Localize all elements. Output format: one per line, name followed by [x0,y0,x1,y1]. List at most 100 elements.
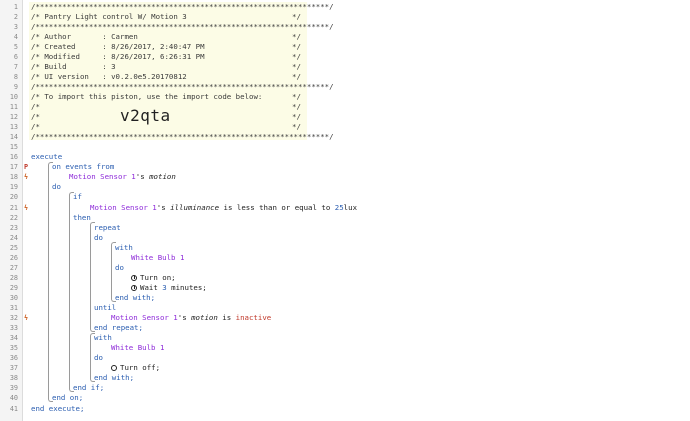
code-token: do [52,182,61,192]
code-token: is less than or equal to [223,202,331,212]
code-token: /* Build : 3 [31,61,116,71]
line-number: 32 [9,314,18,323]
code-line: 21 ϟ Motion Sensor 1's illuminance is less… [0,203,690,213]
statement[interactable]: do [94,353,103,363]
code-line: 6 /* Modified : 8/26/2017, 6:26:31 PM */ [0,52,690,62]
code-line: 1 /**************************************… [0,2,690,12]
statement[interactable]: end if; [73,383,104,393]
code-token: end if; [73,383,105,393]
code-token: /* Pantry Light control W/ Motion 3 [31,11,187,21]
statement[interactable]: /* [31,112,40,122]
line-number: 20 [9,193,18,202]
code-token: execute [31,152,63,162]
code-line: 11 /* */ [0,102,690,112]
code-token: 's [177,313,187,323]
statement[interactable]: /***************************************… [31,82,334,92]
code-line: 38 end with; [0,373,690,383]
code-token: Motion Sensor 1 [90,202,157,212]
statement[interactable]: with [115,243,133,253]
statement[interactable]: /***************************************… [31,132,334,142]
line-number: 24 [9,233,18,242]
code-token: 's [135,172,145,182]
code-token: Motion Sensor 1 [111,313,178,323]
line-number: 35 [9,344,18,353]
statement[interactable]: /* UI version : v0.2.0e5.20170812 [31,72,187,82]
subscription-marker-icon: ϟ [23,203,29,212]
statement[interactable]: do [52,182,61,192]
code-line: 10 /* To import this piston, use the impo… [0,92,690,102]
line-number: 18 [9,173,18,182]
code-token: White Bulb 1 [111,343,165,353]
comment-end: */ [292,31,301,41]
code-token: /* To import this piston, use the import… [31,91,263,101]
line-number: 31 [9,304,18,312]
import-code: v2qta [120,106,171,125]
line-number: 17 [9,163,18,172]
if-bracket [69,192,74,392]
code-token: Motion Sensor 1 [69,172,136,182]
line-number: 15 [9,143,18,152]
power-off-icon [111,365,117,372]
code-line: 16 execute [0,152,690,162]
code-token: lux [343,202,358,212]
code-line: 30 end with; [0,293,690,303]
line-number: 4 [13,32,18,41]
statement[interactable]: White Bulb 1 [111,343,164,353]
code-token: 's [156,202,166,212]
power-on-icon [131,274,137,281]
code-line: 35 White Bulb 1 [0,343,690,353]
statement[interactable]: /* [31,122,40,132]
statement[interactable]: /* Build : 3 [31,62,116,72]
code-line: 22 then [0,213,690,223]
code-line: 25 with [0,243,690,253]
line-number: 39 [9,384,18,393]
statement[interactable]: /* [31,102,40,112]
statement[interactable]: until [94,303,116,313]
statement[interactable]: end execute; [31,404,84,414]
statement[interactable]: end with; [115,293,155,303]
statement[interactable]: with [94,333,112,343]
statement[interactable]: White Bulb 1 [131,253,184,263]
comment-end: */ [292,61,301,71]
statement[interactable]: /* To import this piston, use the import… [31,92,262,102]
statement[interactable]: do [94,233,103,243]
code-token: Wait [140,282,163,292]
line-number: 23 [9,223,18,232]
statement[interactable]: do [115,263,124,273]
statement[interactable]: Motion Sensor 1's motion [69,172,176,182]
statement[interactable]: /* Modified : 8/26/2017, 6:26:31 PM [31,52,205,62]
statement[interactable]: Motion Sensor 1's motion is inactive [111,313,271,323]
statement[interactable]: on events from [52,162,114,172]
line-number: 3 [13,22,18,31]
code-line: 19 do [0,182,690,192]
code-line: 14 /*************************************… [0,132,690,142]
statement[interactable]: /* Created : 8/26/2017, 2:40:47 PM [31,42,205,52]
statement[interactable]: repeat [94,223,121,233]
trigger-marker-icon: P [23,163,29,172]
line-number: 25 [9,243,18,252]
statement[interactable]: then [73,213,91,223]
statement[interactable]: /***************************************… [31,22,334,32]
statement[interactable]: /***************************************… [31,2,334,12]
statement[interactable]: Wait 3 minutes; [131,283,207,293]
code-token: end with; [94,373,135,383]
statement[interactable]: /* Pantry Light control W/ Motion 3 [31,12,187,22]
code-token: motion [149,172,176,182]
statement[interactable]: Turn on; [131,273,176,283]
code-token: with [115,242,133,252]
code-token: repeat [94,222,121,232]
statement[interactable]: end repeat; [94,323,143,333]
code-token: do [94,353,103,363]
statement[interactable]: execute [31,152,62,162]
statement[interactable]: if [73,192,82,202]
comment-end: */ [292,41,301,51]
statement[interactable]: /* Author : Carmen [31,32,138,42]
code-line: 23 repeat [0,223,690,233]
code-token: /* [31,112,40,122]
statement[interactable]: Turn off; [111,363,160,373]
subscription-marker-icon: ϟ [23,173,29,182]
statement[interactable]: end on; [52,393,83,403]
statement[interactable]: end with; [94,373,134,383]
line-number: 40 [9,394,18,403]
statement[interactable]: Motion Sensor 1's illuminance is less th… [90,203,357,213]
